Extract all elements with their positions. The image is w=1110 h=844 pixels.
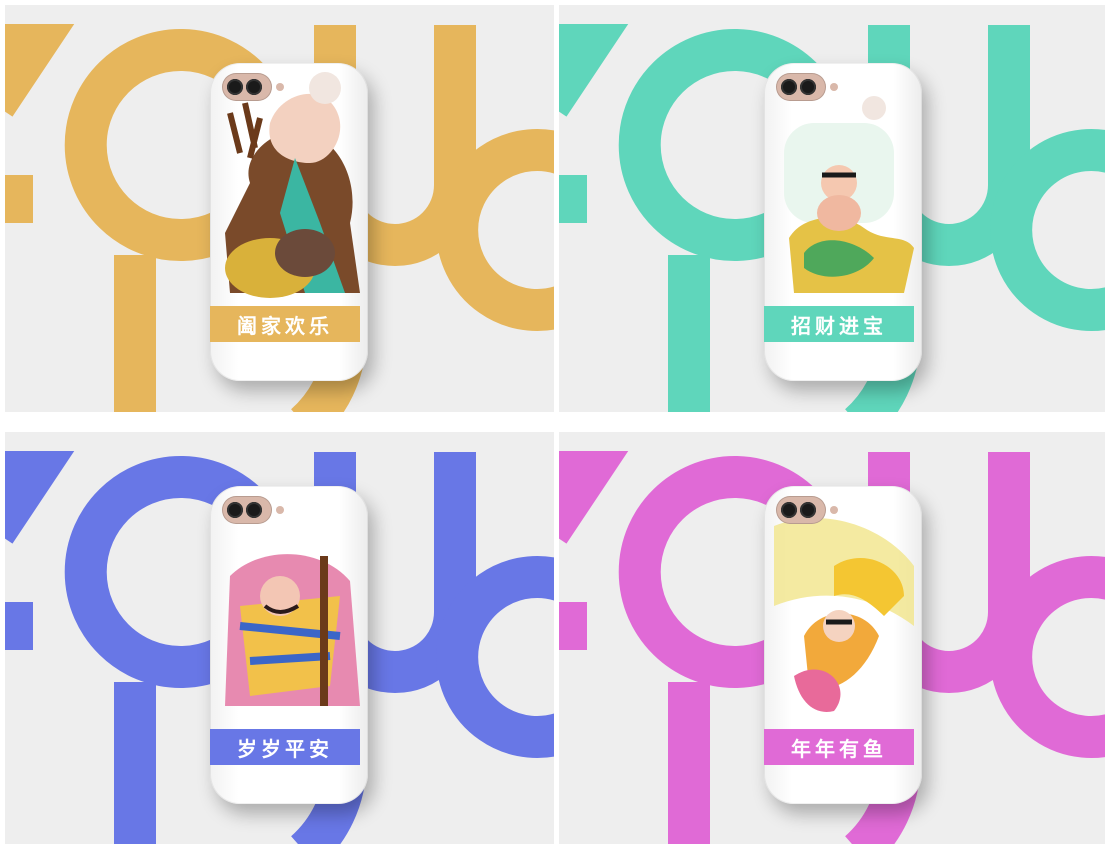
phone-case-collage: 阖家欢乐 招财进宝 岁岁平安 年年有鱼	[0, 0, 1110, 844]
camera-lens-icon	[246, 79, 262, 95]
case-caption: 阖家欢乐	[210, 306, 360, 342]
case-caption: 招财进宝	[764, 306, 914, 342]
camera-lens-icon	[800, 502, 816, 518]
flash-icon	[276, 83, 284, 91]
camera-module	[776, 496, 826, 524]
camera-lens-icon	[227, 79, 243, 95]
panel-gold: 阖家欢乐	[5, 5, 554, 412]
camera-lens-icon	[781, 502, 797, 518]
flash-icon	[276, 506, 284, 514]
phone-case: 阖家欢乐	[210, 63, 368, 381]
case-caption: 年年有鱼	[764, 729, 914, 765]
panel-pink: 年年有鱼	[559, 432, 1105, 844]
camera-module	[776, 73, 826, 101]
case-caption: 岁岁平安	[210, 729, 360, 765]
camera-lens-icon	[781, 79, 797, 95]
camera-module	[222, 73, 272, 101]
flash-icon	[830, 83, 838, 91]
phone-case: 招财进宝	[764, 63, 922, 381]
phone-case: 岁岁平安	[210, 486, 368, 804]
panel-teal: 招财进宝	[559, 5, 1105, 412]
flash-icon	[830, 506, 838, 514]
phone-case: 年年有鱼	[764, 486, 922, 804]
panel-blue: 岁岁平安	[5, 432, 554, 844]
camera-lens-icon	[227, 502, 243, 518]
camera-lens-icon	[800, 79, 816, 95]
camera-lens-icon	[246, 502, 262, 518]
camera-module	[222, 496, 272, 524]
